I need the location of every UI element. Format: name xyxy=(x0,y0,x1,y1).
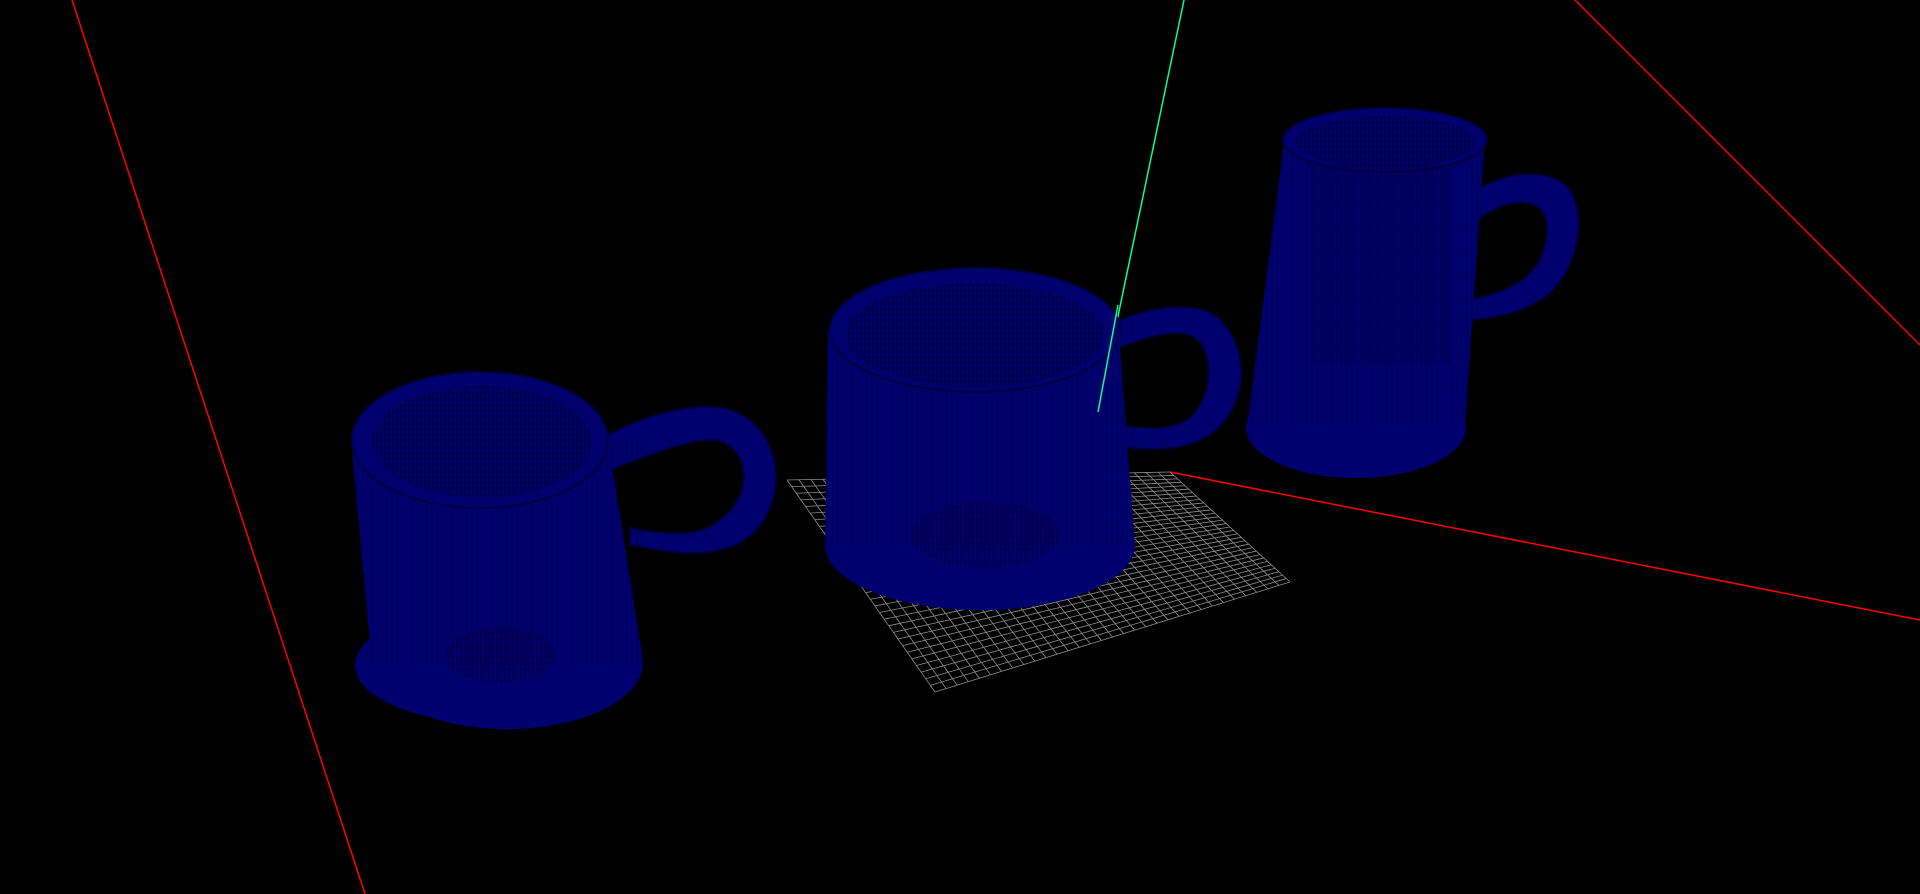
grid-line xyxy=(1169,471,1291,583)
3d-viewport[interactable] xyxy=(0,0,1920,894)
mug-left[interactable] xyxy=(351,371,777,730)
viewport-canvas[interactable] xyxy=(0,0,1920,894)
red-axis-right-top xyxy=(1574,0,1920,346)
red-axis-right-bottom xyxy=(1169,471,1920,621)
mug-right-handle xyxy=(1469,173,1580,322)
mug-right[interactable] xyxy=(1246,107,1580,478)
red-axis-left xyxy=(71,0,366,894)
